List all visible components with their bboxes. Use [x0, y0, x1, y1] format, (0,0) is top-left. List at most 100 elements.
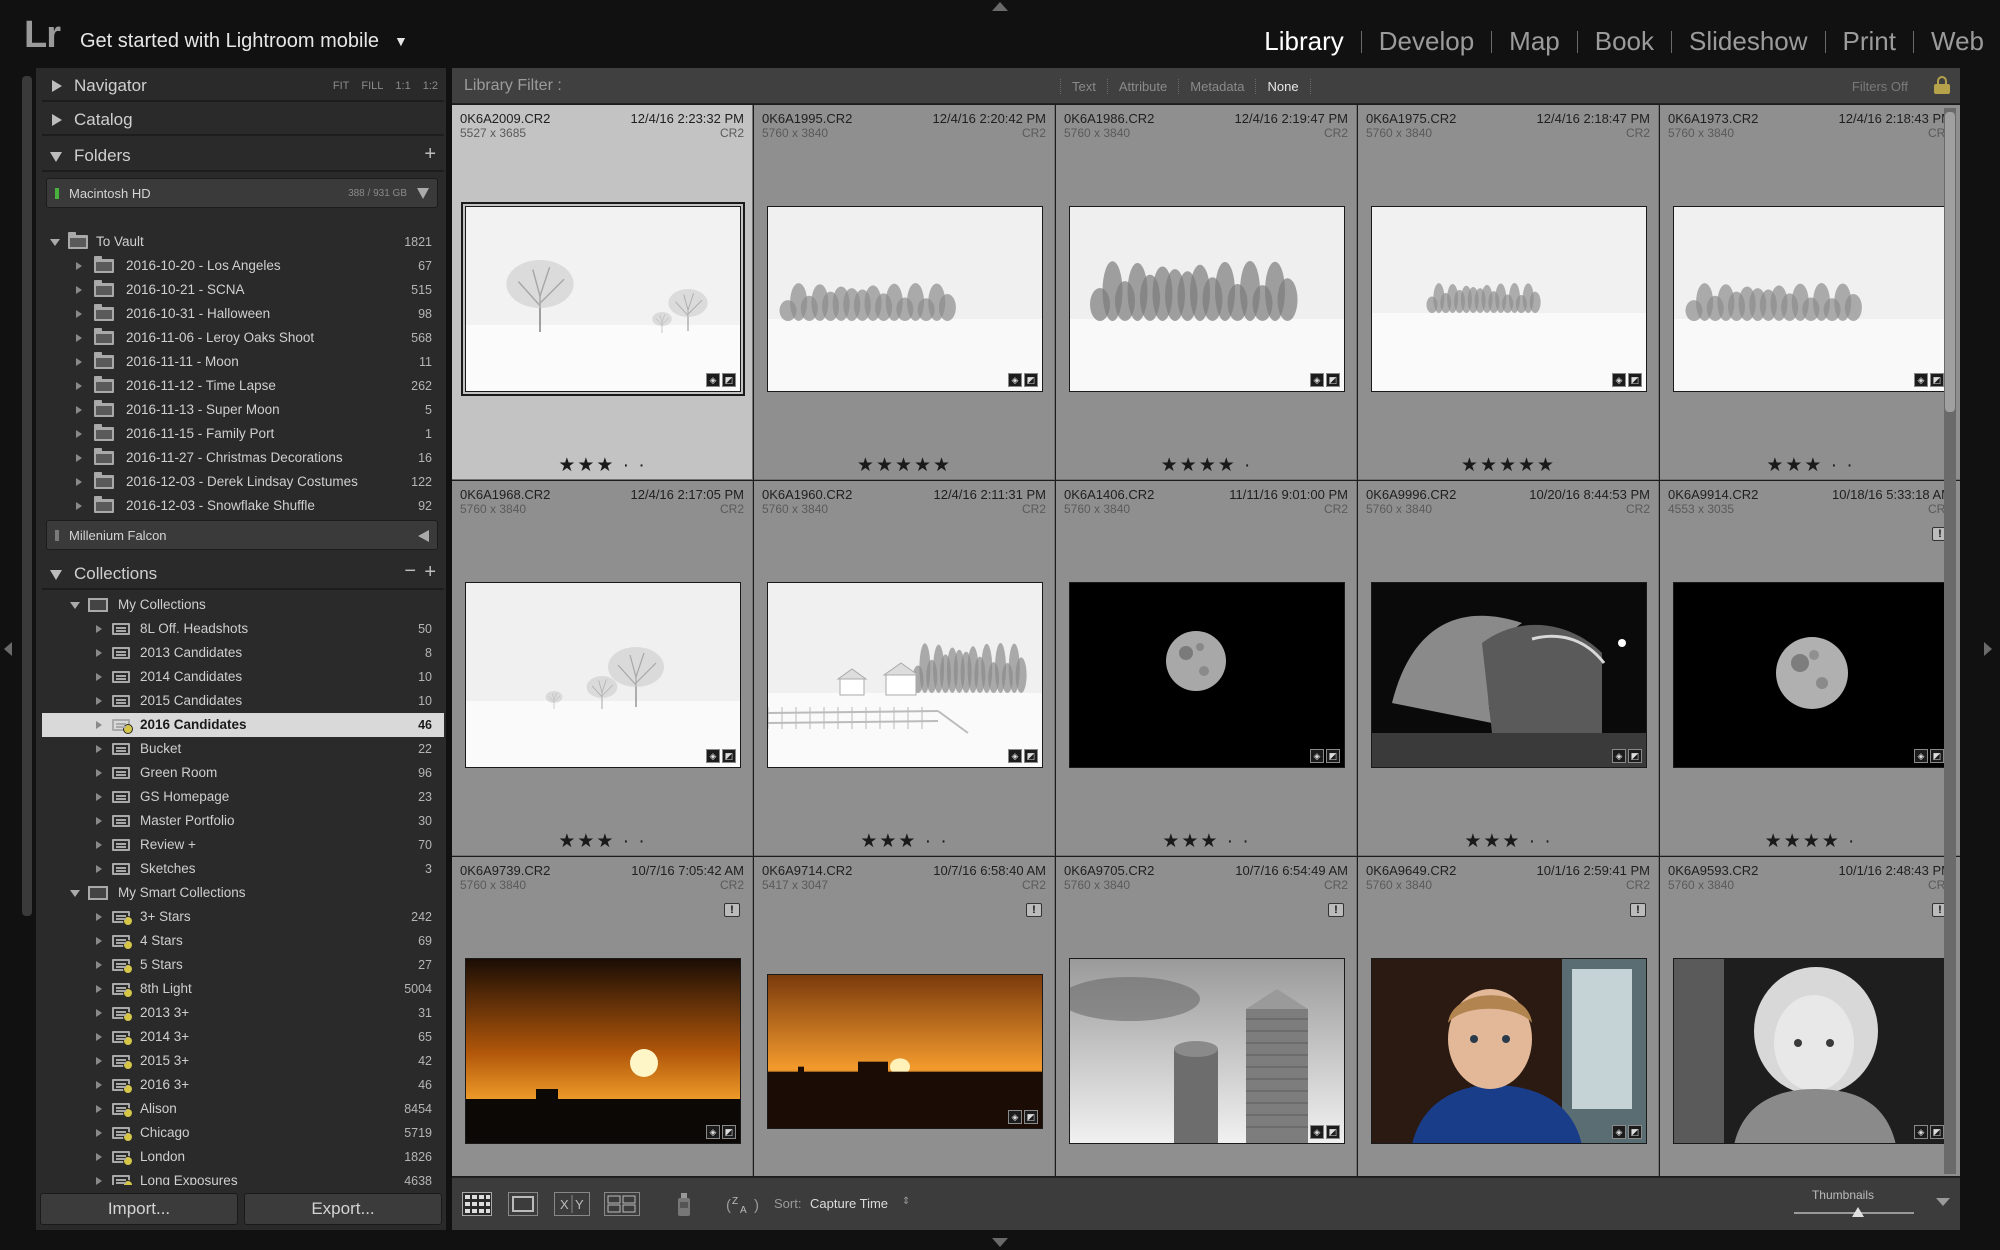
smart-collection-row[interactable]: 2016 3+ 46	[42, 1073, 444, 1097]
photo-thumbnail[interactable]: ◈ ◩	[1069, 582, 1345, 768]
expand-right-panel-icon[interactable]	[1984, 642, 1992, 656]
disclosure-icon[interactable]	[96, 721, 102, 729]
develop-adjusted-badge-icon[interactable]: ◩	[1024, 373, 1038, 387]
scrollbar-thumb[interactable]	[1945, 112, 1955, 412]
disclosure-icon[interactable]	[96, 1177, 102, 1185]
disclosure-icon[interactable]	[96, 1129, 102, 1137]
thumbnail-size-slider[interactable]	[1794, 1207, 1914, 1217]
alert-icon[interactable]: !	[724, 903, 740, 917]
collection-row[interactable]: Master Portfolio 30	[42, 809, 444, 833]
disclosure-icon[interactable]	[96, 625, 102, 633]
lock-icon[interactable]	[1934, 76, 1950, 94]
disclosure-icon[interactable]	[96, 1105, 102, 1113]
module-develop[interactable]: Develop	[1379, 26, 1474, 57]
keyword-badge-icon[interactable]: ◈	[1008, 373, 1022, 387]
smart-collection-row[interactable]: Chicago 5719	[42, 1121, 444, 1145]
module-map[interactable]: Map	[1509, 26, 1560, 57]
star-rating[interactable]: ★★★ · ·	[1358, 830, 1659, 853]
develop-adjusted-badge-icon[interactable]: ◩	[1326, 749, 1340, 763]
disclosure-icon[interactable]	[96, 1057, 102, 1065]
toolbar-options-chevron-down-icon[interactable]	[1936, 1198, 1950, 1206]
collection-row[interactable]: 2015 Candidates 10	[42, 689, 444, 713]
disclosure-icon[interactable]	[96, 697, 102, 705]
disclosure-icon[interactable]	[96, 865, 102, 873]
identity-plate-text[interactable]: Get started with Lightroom mobile	[80, 30, 379, 53]
disclosure-icon[interactable]	[96, 817, 102, 825]
grid-scrollbar[interactable]	[1944, 108, 1956, 1174]
photo-cell[interactable]: 0K6A1986.CR2 12/4/16 2:19:47 PM 5760 x 384…	[1056, 105, 1357, 480]
smart-collection-row[interactable]: 2013 3+ 31	[42, 1001, 444, 1025]
photo-thumbnail[interactable]: ◈ ◩	[767, 582, 1043, 768]
keyword-badge-icon[interactable]: ◈	[706, 1125, 720, 1139]
develop-adjusted-badge-icon[interactable]: ◩	[1930, 749, 1944, 763]
module-book[interactable]: Book	[1595, 26, 1654, 57]
develop-adjusted-badge-icon[interactable]: ◩	[1628, 1125, 1642, 1139]
develop-adjusted-badge-icon[interactable]: ◩	[722, 749, 736, 763]
filter-metadata[interactable]: Metadata	[1178, 79, 1255, 94]
develop-adjusted-badge-icon[interactable]: ◩	[1628, 373, 1642, 387]
develop-adjusted-badge-icon[interactable]: ◩	[1024, 1110, 1038, 1124]
loupe-view-icon[interactable]	[508, 1192, 538, 1216]
keyword-badge-icon[interactable]: ◈	[1914, 749, 1928, 763]
photo-cell[interactable]: 0K6A9649.CR2 10/1/16 2:59:41 PM 5760 x 384…	[1358, 857, 1659, 1176]
photo-thumbnail[interactable]: ◈ ◩	[1069, 206, 1345, 392]
photo-thumbnail[interactable]: ◈ ◩	[465, 582, 741, 768]
left-panel-edge[interactable]	[0, 68, 18, 1230]
develop-adjusted-badge-icon[interactable]: ◩	[1930, 373, 1944, 387]
smart-collection-row[interactable]: London 1826	[42, 1145, 444, 1169]
module-slideshow[interactable]: Slideshow	[1689, 26, 1808, 57]
develop-adjusted-badge-icon[interactable]: ◩	[1628, 749, 1642, 763]
star-rating[interactable]: ★★★ · ·	[452, 830, 753, 853]
filter-preset-select[interactable]: Filters Off	[1852, 79, 1908, 94]
photo-thumbnail[interactable]: ◈ ◩	[465, 958, 741, 1144]
alert-icon[interactable]: !	[1630, 903, 1646, 917]
photo-cell[interactable]: 0K6A1968.CR2 12/4/16 2:17:05 PM 5760 x 384…	[452, 481, 753, 856]
grid-view-icon[interactable]	[462, 1192, 492, 1216]
survey-view-icon[interactable]	[604, 1192, 640, 1216]
disclosure-icon[interactable]	[96, 1153, 102, 1161]
alert-icon[interactable]: !	[1026, 903, 1042, 917]
photo-cell[interactable]: 0K6A1995.CR2 12/4/16 2:20:42 PM 5760 x 384…	[754, 105, 1055, 480]
painter-spray-can-icon[interactable]	[674, 1190, 694, 1218]
photo-thumbnail[interactable]: ◈ ◩	[1371, 582, 1647, 768]
star-rating[interactable]: ★★★ · ·	[1660, 454, 1960, 477]
filter-attribute[interactable]: Attribute	[1106, 79, 1178, 94]
module-print[interactable]: Print	[1843, 26, 1896, 57]
smart-collection-row[interactable]: 3+ Stars 242	[42, 905, 444, 929]
keyword-badge-icon[interactable]: ◈	[706, 373, 720, 387]
photo-cell[interactable]: 0K6A9714.CR2 10/7/16 6:58:40 AM 5417 x 304…	[754, 857, 1055, 1176]
star-rating[interactable]: ★★★ · ·	[452, 454, 753, 477]
disclosure-icon[interactable]	[96, 673, 102, 681]
star-rating[interactable]: ★★★★ ·	[1056, 454, 1357, 477]
smart-collection-row[interactable]: 4 Stars 69	[42, 929, 444, 953]
photo-cell[interactable]: 0K6A1975.CR2 12/4/16 2:18:47 PM 5760 x 384…	[1358, 105, 1659, 480]
identity-dropdown-icon[interactable]: ▼	[394, 33, 408, 49]
photo-cell[interactable]: 0K6A1973.CR2 12/4/16 2:18:43 PM 5760 x 384…	[1660, 105, 1960, 480]
photo-thumbnail[interactable]: ◈ ◩	[1673, 206, 1949, 392]
disclosure-icon[interactable]	[96, 769, 102, 777]
photo-thumbnail[interactable]: ◈ ◩	[767, 974, 1043, 1129]
keyword-badge-icon[interactable]: ◈	[1612, 373, 1626, 387]
disclosure-icon[interactable]	[96, 961, 102, 969]
develop-adjusted-badge-icon[interactable]: ◩	[722, 373, 736, 387]
disclosure-icon[interactable]	[96, 1033, 102, 1041]
disclosure-open-icon[interactable]	[70, 602, 80, 609]
disclosure-icon[interactable]	[96, 793, 102, 801]
disclosure-icon[interactable]	[96, 913, 102, 921]
collection-row[interactable]: 2016 Candidates 46	[42, 713, 444, 737]
keyword-badge-icon[interactable]: ◈	[1310, 749, 1324, 763]
keyword-badge-icon[interactable]: ◈	[1008, 1110, 1022, 1124]
keyword-badge-icon[interactable]: ◈	[1612, 749, 1626, 763]
sort-select-stepper-icon[interactable]: ⇕	[902, 1196, 910, 1207]
star-rating[interactable]: ★★★★ ·	[1660, 830, 1960, 853]
keyword-badge-icon[interactable]: ◈	[1008, 749, 1022, 763]
photo-cell[interactable]: 0K6A1406.CR2 11/11/16 9:01:00 PM 5760 x 38…	[1056, 481, 1357, 856]
collection-row[interactable]: GS Homepage 23	[42, 785, 444, 809]
smart-collection-row[interactable]: Long Exposures 4638	[42, 1169, 444, 1185]
filmstrip-edge[interactable]	[0, 1230, 2000, 1250]
keyword-badge-icon[interactable]: ◈	[1914, 373, 1928, 387]
develop-adjusted-badge-icon[interactable]: ◩	[1930, 1125, 1944, 1139]
alert-icon[interactable]: !	[1328, 903, 1344, 917]
collection-row[interactable]: Green Room 96	[42, 761, 444, 785]
photo-thumbnail[interactable]: ◈ ◩	[1673, 958, 1949, 1144]
